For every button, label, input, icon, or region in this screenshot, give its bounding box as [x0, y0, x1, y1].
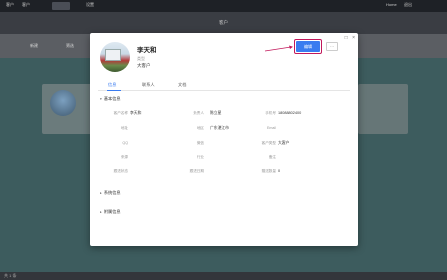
customer-name: 李天和: [137, 47, 157, 54]
field-label: 微信: [196, 141, 204, 145]
field-label: 赠送数量: [261, 169, 276, 173]
field-value: 广东湛江市: [210, 126, 229, 130]
more-actions-button[interactable]: ···: [326, 42, 338, 51]
field-value: 李天和: [130, 111, 142, 115]
filter-button[interactable]: 筛选: [66, 43, 74, 49]
field-label: 地区: [196, 126, 204, 130]
chevron-right-icon: ▸: [100, 210, 102, 214]
close-icon[interactable]: ×: [352, 35, 355, 41]
tab-contacts[interactable]: 联系人: [142, 82, 155, 88]
section-system-info[interactable]: ▸ 系统信息: [100, 190, 121, 196]
top-nav-item[interactable]: 设置: [86, 2, 94, 8]
avatar: [50, 90, 76, 116]
field-label: 客户类型: [261, 141, 276, 145]
field-value: 陈立星: [210, 111, 222, 115]
customer-type-label: 类型: [137, 56, 145, 61]
field-label: 客户名称: [113, 111, 128, 115]
field-value: 0: [278, 169, 281, 173]
footer-text: 共 1 条: [4, 273, 17, 278]
tab-info[interactable]: 信息: [108, 82, 116, 88]
customer-type-value: 大客户: [137, 63, 151, 68]
field-value: 18088802400: [278, 111, 302, 115]
chevron-right-icon: ▸: [100, 191, 102, 195]
footer-bar: 共 1 条: [0, 272, 447, 280]
top-nav-active-tab[interactable]: [52, 2, 70, 10]
section-other-info[interactable]: ▸ 附属信息: [100, 209, 121, 215]
page-header: 客户: [0, 12, 447, 34]
page-title: 客户: [219, 20, 228, 25]
annotation-arrow-icon: [264, 45, 293, 52]
detail-tabs: 信息 联系人 文档: [98, 81, 350, 91]
field-label: 来源: [120, 155, 128, 159]
field-label: 负责人: [193, 111, 204, 115]
field-label: 手机号: [265, 111, 276, 115]
section-system-title: 系统信息: [103, 190, 121, 195]
customer-avatar: [100, 42, 130, 72]
new-button[interactable]: 新建: [30, 43, 38, 49]
side-card: [358, 84, 408, 134]
top-nav-item[interactable]: 客户: [22, 2, 30, 8]
field-label: 行业: [196, 155, 204, 159]
section-basic-title: 基本信息: [103, 96, 121, 101]
edit-button[interactable]: 编辑: [296, 41, 320, 52]
window-controls: □ ×: [342, 35, 355, 41]
field-label: 跟进日期: [189, 169, 204, 173]
chevron-down-icon: ▾: [100, 97, 102, 101]
section-basic-info[interactable]: ▾ 基本信息: [100, 96, 121, 102]
active-tab-indicator: [107, 89, 121, 91]
field-label: 跟进状态: [113, 169, 128, 173]
top-nav-right-item[interactable]: 退出: [404, 2, 412, 8]
field-label: QQ: [122, 141, 128, 145]
maximize-icon[interactable]: □: [345, 35, 348, 41]
customer-detail-dialog: □ × 李天和 类型 大客户 编辑 ··· 信息 联系人 文档 ▾ 基本信息 客户…: [90, 33, 358, 246]
field-label: Email: [267, 126, 276, 130]
field-value: 大客户: [278, 141, 290, 145]
top-nav-right-item[interactable]: Home: [386, 2, 397, 7]
top-nav-item[interactable]: 客户: [6, 2, 14, 8]
tab-documents[interactable]: 文档: [178, 82, 186, 88]
field-label: 备注: [268, 155, 276, 159]
field-label: 地址: [120, 126, 128, 130]
building-image: [105, 49, 121, 61]
top-nav-bar: 客户 客户 设置 Home 退出: [0, 0, 447, 12]
section-other-title: 附属信息: [103, 209, 121, 214]
